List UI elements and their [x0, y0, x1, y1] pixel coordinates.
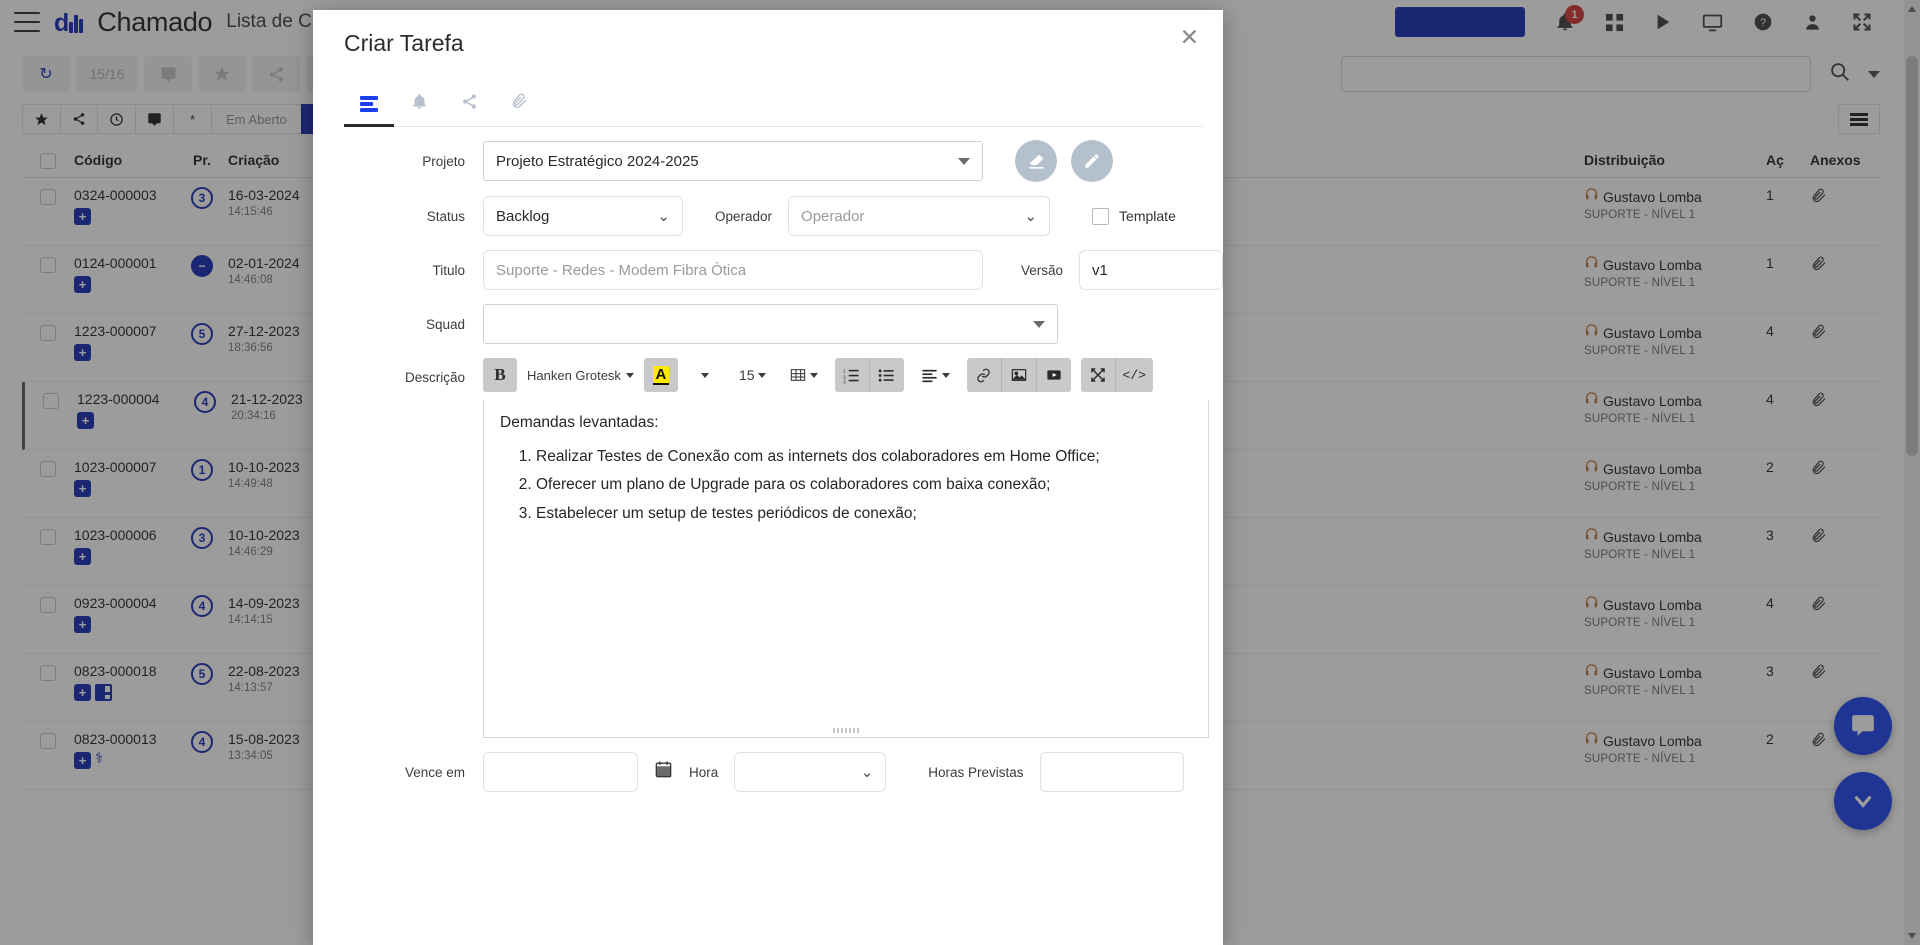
eraser-button[interactable] [1015, 140, 1057, 182]
description-list-item: Oferecer um plano de Upgrade para os col… [536, 474, 1192, 496]
vence-em-label: Vence em [404, 764, 465, 780]
resize-grip[interactable] [833, 728, 859, 733]
task-form: Projeto Projeto Estratégico 2024-2025 St… [313, 140, 1223, 945]
status-select[interactable]: Backlog ⌄ [483, 196, 683, 236]
hora-select[interactable]: ⌄ [734, 752, 887, 792]
stacked-list-icon [360, 96, 378, 112]
dialog-title: Criar Tarefa [344, 30, 464, 56]
video-icon[interactable] [1037, 358, 1071, 392]
template-label: Template [1119, 208, 1176, 224]
operador-select[interactable]: Operador ⌄ [788, 196, 1051, 236]
share-icon [461, 93, 478, 116]
svg-text:3: 3 [843, 379, 846, 384]
titulo-label: Titulo [432, 262, 465, 278]
projeto-label: Projeto [422, 153, 465, 169]
font-size-value: 15 [738, 367, 755, 383]
versao-label: Versão [1020, 262, 1064, 278]
text-color-button[interactable]: A [644, 358, 678, 392]
versao-value: v1 [1092, 261, 1108, 279]
vence-em-input[interactable] [483, 752, 638, 792]
tab-notifications[interactable] [394, 82, 444, 126]
field-row-titulo: Titulo Suporte - Redes - Modem Fibra Óti… [313, 250, 1223, 290]
template-checkbox-group[interactable]: Template [1092, 207, 1176, 225]
tab-share[interactable] [444, 82, 494, 126]
squad-label: Squad [425, 316, 465, 332]
description-list-item: Estabelecer um setup de testes periódico… [536, 503, 1192, 525]
fullscreen-icon[interactable] [1081, 358, 1115, 392]
font-family-select[interactable]: Hanken Grotesk [527, 368, 634, 383]
bold-button[interactable]: B [483, 358, 517, 392]
horas-previstas-input[interactable] [1039, 752, 1184, 792]
chevron-down-icon: ⌄ [860, 764, 874, 781]
field-row-projeto: Projeto Projeto Estratégico 2024-2025 [313, 140, 1223, 182]
field-row-vence-em: Vence em Hora ⌄ Horas Previstas [313, 752, 1223, 792]
code-view-button[interactable]: </> [1116, 358, 1153, 392]
field-row-squad: Squad [313, 304, 1223, 344]
active-tab-indicator [344, 124, 394, 127]
operador-label: Operador [715, 208, 773, 224]
tab-details[interactable] [344, 82, 394, 126]
description-intro: Demandas levantadas: [500, 414, 659, 431]
projeto-value: Projeto Estratégico 2024-2025 [496, 152, 699, 170]
link-icon[interactable] [967, 358, 1001, 392]
image-icon[interactable] [1002, 358, 1036, 392]
font-size-select[interactable]: 15 [732, 358, 773, 392]
bullet-list-icon[interactable] [870, 358, 904, 392]
field-row-descricao: Descrição B Hanken Grotesk A 15 1 2 3 </… [313, 358, 1223, 738]
close-icon[interactable]: ✕ [1180, 26, 1199, 49]
titulo-placeholder: Suporte - Redes - Modem Fibra Ótica [496, 261, 747, 279]
editor-toolbar: B Hanken Grotesk A 15 1 2 3 </> [483, 358, 1209, 392]
status-label: Status [426, 208, 465, 224]
chevron-down-icon: ⌄ [657, 208, 670, 225]
projeto-select[interactable]: Projeto Estratégico 2024-2025 [483, 141, 983, 181]
chevron-down-icon [958, 157, 970, 165]
description-editor[interactable]: Demandas levantadas: Realizar Testes de … [483, 400, 1209, 738]
hora-label: Hora [689, 764, 719, 780]
field-row-status: Status Backlog ⌄ Operador Operador ⌄ Tem… [313, 196, 1223, 236]
svg-text:2: 2 [843, 374, 846, 380]
paperclip-icon [510, 92, 528, 116]
create-task-dialog: Criar Tarefa ✕ Projeto Projeto Estratégi… [313, 10, 1223, 945]
squad-select[interactable] [483, 304, 1058, 344]
tabs-divider [344, 126, 1203, 127]
calendar-icon[interactable] [654, 760, 673, 785]
description-list-item: Realizar Testes de Conexão com as intern… [536, 446, 1192, 468]
chevron-down-icon [1033, 320, 1045, 328]
ordered-list-icon[interactable]: 123 [835, 358, 869, 392]
tab-attachments[interactable] [494, 82, 544, 126]
operador-placeholder: Operador [801, 207, 865, 225]
status-value: Backlog [496, 207, 550, 225]
table-icon[interactable] [783, 358, 825, 392]
titulo-input[interactable]: Suporte - Redes - Modem Fibra Ótica [483, 250, 983, 290]
svg-text:1: 1 [843, 368, 846, 374]
horas-previstas-label: Horas Previstas [928, 764, 1024, 780]
font-family-value: Hanken Grotesk [527, 367, 621, 383]
description-list: Realizar Testes de Conexão com as intern… [500, 446, 1192, 525]
bell-icon [411, 93, 428, 116]
dialog-tabs [344, 82, 544, 126]
chevron-down-icon: ⌄ [1024, 208, 1038, 225]
align-icon[interactable] [914, 358, 957, 392]
chevron-down-icon [625, 372, 634, 378]
pencil-button[interactable] [1071, 140, 1113, 182]
versao-input[interactable]: v1 [1079, 250, 1223, 290]
descricao-label: Descrição [404, 370, 465, 385]
template-checkbox[interactable] [1092, 207, 1110, 225]
text-color-dropdown[interactable] [688, 358, 722, 392]
